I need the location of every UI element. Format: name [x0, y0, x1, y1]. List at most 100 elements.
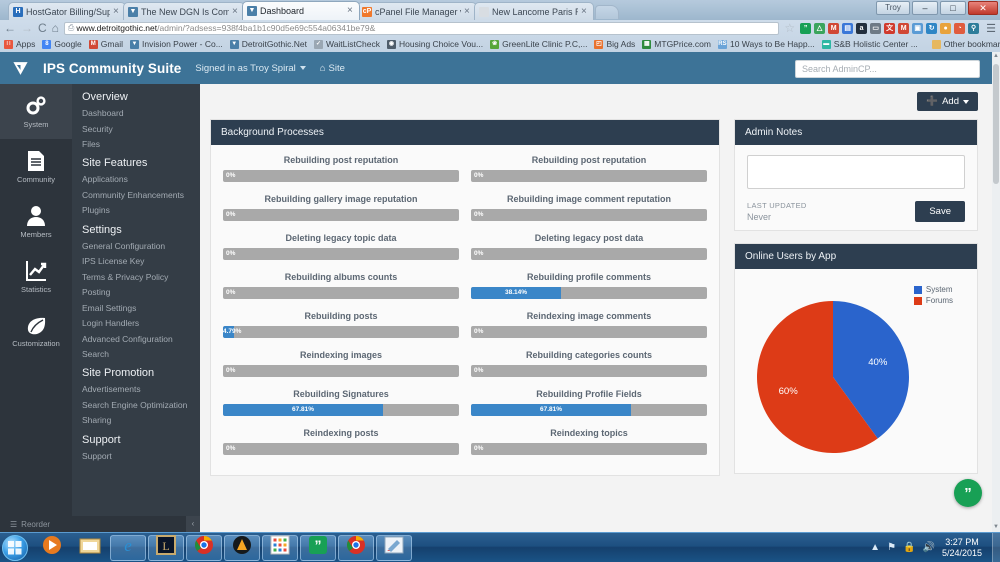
taskbar-hangouts[interactable]: ” — [300, 534, 336, 561]
bookmark-item[interactable]: ▬ S&B Holistic Center ... — [821, 39, 918, 49]
hangouts-fab-button[interactable]: ” — [954, 479, 982, 507]
sync-extension[interactable]: ↻ — [926, 22, 938, 34]
bookmark-item[interactable]: M Gmail — [88, 39, 123, 49]
reorder-button[interactable]: ☰ Reorder — [0, 516, 200, 532]
browser-tab[interactable]: ▼ Dashboard × — [242, 1, 360, 20]
taskbar-windows-media-player[interactable] — [34, 535, 70, 561]
rail-item-statistics[interactable]: Statistics — [0, 249, 72, 304]
page-scrollbar[interactable]: ▲ ▼ — [992, 52, 1000, 532]
bookmark-item[interactable]: 8 Google — [42, 39, 82, 49]
scroll-up-arrow-icon[interactable]: ▲ — [992, 52, 1000, 61]
windows-start-icon[interactable] — [2, 534, 28, 561]
bookmark-item[interactable]: ▼ Invision Power - Co... — [130, 39, 223, 49]
scrollbar-thumb[interactable] — [993, 64, 999, 184]
browser-tab[interactable]: HHostGator Billing/Support× — [8, 2, 126, 20]
nav-link-support[interactable]: Support — [82, 450, 200, 462]
browser-tab[interactable]: cP cPanel File Manager v3 × — [357, 2, 477, 20]
amazon-extension[interactable]: a — [856, 22, 868, 34]
close-tab-icon[interactable]: × — [347, 6, 355, 16]
nav-link-community-enhancements[interactable]: Community Enhancements — [82, 189, 200, 201]
rail-item-members[interactable]: Members — [0, 194, 72, 249]
chrome-menu-icon[interactable]: ☰ — [986, 22, 996, 35]
taskbar-avira[interactable] — [224, 534, 260, 561]
translate-extension[interactable]: 文 — [884, 22, 896, 34]
nav-link-advanced-configuration[interactable]: Advanced Configuration — [82, 333, 200, 345]
close-tab-icon[interactable]: × — [464, 6, 472, 17]
save-notes-button[interactable]: Save — [915, 201, 965, 222]
back-arrow-icon[interactable]: ← — [4, 22, 16, 34]
home-icon[interactable]: ⌂ — [52, 22, 59, 34]
taskbar-league-of-legends[interactable]: L — [148, 534, 184, 561]
maximize-button[interactable]: □ — [940, 1, 966, 15]
hangouts-extension[interactable]: ” — [800, 22, 812, 34]
browser-tab[interactable]: ▼The New DGN Is Coming× — [123, 2, 245, 20]
bookmark-item[interactable]: ∷ Apps — [4, 39, 35, 49]
bookmark-item[interactable]: ▦ MTGPrice.com — [642, 39, 711, 49]
chrome-extension[interactable]: ● — [940, 22, 952, 34]
close-tab-icon[interactable]: × — [232, 6, 240, 17]
taskbar-file-explorer[interactable] — [72, 535, 108, 561]
nav-link-terms-privacy-policy[interactable]: Terms & Privacy Policy — [82, 271, 200, 283]
nav-link-dashboard[interactable]: Dashboard — [82, 107, 200, 119]
bookmark-item[interactable]: ❀ GreenLite Clinic P.C,... — [490, 39, 587, 49]
sidebar-collapse-button[interactable]: ‹ — [186, 516, 200, 532]
taskbar-google-chrome-1[interactable] — [186, 534, 222, 561]
taskbar-internet-explorer[interactable]: e — [110, 534, 146, 561]
reload-icon[interactable]: C — [38, 22, 47, 34]
taskbar-google-chrome-2[interactable] — [338, 534, 374, 561]
nav-link-advertisements[interactable]: Advertisements — [82, 383, 200, 395]
rail-item-system[interactable]: System — [0, 84, 72, 139]
bookmark-item[interactable]: ▼ DetroitGothic.Net — [229, 39, 307, 49]
forward-arrow-icon[interactable]: → — [21, 22, 33, 34]
rail-item-community[interactable]: Community — [0, 139, 72, 194]
other-bookmarks-button[interactable]: Other bookmarks — [931, 39, 1000, 49]
search-input[interactable] — [795, 59, 980, 78]
messages-extension[interactable]: ▤ — [842, 22, 854, 34]
speed-extension[interactable]: ◔ — [954, 22, 966, 34]
photo-extension[interactable]: ▣ — [912, 22, 924, 34]
user-profile-button[interactable]: Troy — [876, 1, 910, 15]
rail-item-customization[interactable]: Customization — [0, 304, 72, 359]
show-desktop-button[interactable] — [992, 532, 1000, 562]
bookmark-item[interactable]: RS 10 Ways to Be Happ... — [717, 39, 815, 49]
nav-link-login-handlers[interactable]: Login Handlers — [82, 317, 200, 329]
nav-link-security[interactable]: Security — [82, 123, 200, 135]
action-center-icon[interactable]: 🔒 — [903, 542, 915, 553]
scroll-down-arrow-icon[interactable]: ▼ — [992, 523, 1000, 532]
add-button[interactable]: ➕ Add — [917, 92, 978, 111]
network-icon[interactable]: ⚑ — [887, 542, 896, 553]
nav-link-plugins[interactable]: Plugins — [82, 204, 200, 216]
taskbar-paint[interactable] — [376, 534, 412, 561]
new-tab-button[interactable] — [595, 5, 619, 19]
nav-link-files[interactable]: Files — [82, 138, 200, 150]
nav-link-sharing[interactable]: Sharing — [82, 414, 200, 426]
google-drive-extension[interactable]: △ — [814, 22, 826, 34]
screencast-extension[interactable]: ▭ — [870, 22, 882, 34]
close-tab-icon[interactable]: × — [581, 6, 589, 17]
nav-link-applications[interactable]: Applications — [82, 173, 200, 185]
nav-link-ips-license-key[interactable]: IPS License Key — [82, 255, 200, 267]
bookmark-item[interactable]: ✓ WaitListCheck — [313, 39, 380, 49]
search-extension[interactable]: ⚲ — [968, 22, 980, 34]
taskbar-calculator[interactable] — [262, 534, 298, 561]
bookmark-item[interactable]: ◰ Big Ads — [594, 39, 635, 49]
nav-link-email-settings[interactable]: Email Settings — [82, 302, 200, 314]
address-bar[interactable]: ⎙ www.detroitgothic.net /admin/?adsess=9… — [63, 21, 780, 35]
signed-in-menu[interactable]: Signed in as Troy Spiral — [195, 63, 306, 74]
nav-link-search-engine-optimization[interactable]: Search Engine Optimization — [82, 399, 200, 411]
nav-link-general-configuration[interactable]: General Configuration — [82, 240, 200, 252]
nav-link-posting[interactable]: Posting — [82, 286, 200, 298]
close-window-button[interactable]: ✕ — [968, 1, 998, 15]
gmail-checker-extension[interactable]: M — [898, 22, 910, 34]
nav-link-search[interactable]: Search — [82, 348, 200, 360]
chevron-up-icon[interactable]: ▲ — [870, 542, 880, 553]
gmail-extension[interactable]: M — [828, 22, 840, 34]
site-link[interactable]: ⌂ Site — [320, 63, 345, 74]
minimize-button[interactable]: – — [912, 1, 938, 15]
bookmark-item[interactable]: ◉ Housing Choice Vou... — [387, 39, 483, 49]
close-tab-icon[interactable]: × — [113, 6, 121, 17]
volume-icon[interactable]: 🔊 — [923, 542, 935, 553]
bookmark-star-icon[interactable]: ☆ — [784, 22, 795, 34]
taskbar-clock[interactable]: 3:27 PM 5/24/2015 — [942, 537, 982, 559]
admin-notes-textarea[interactable] — [747, 155, 965, 189]
